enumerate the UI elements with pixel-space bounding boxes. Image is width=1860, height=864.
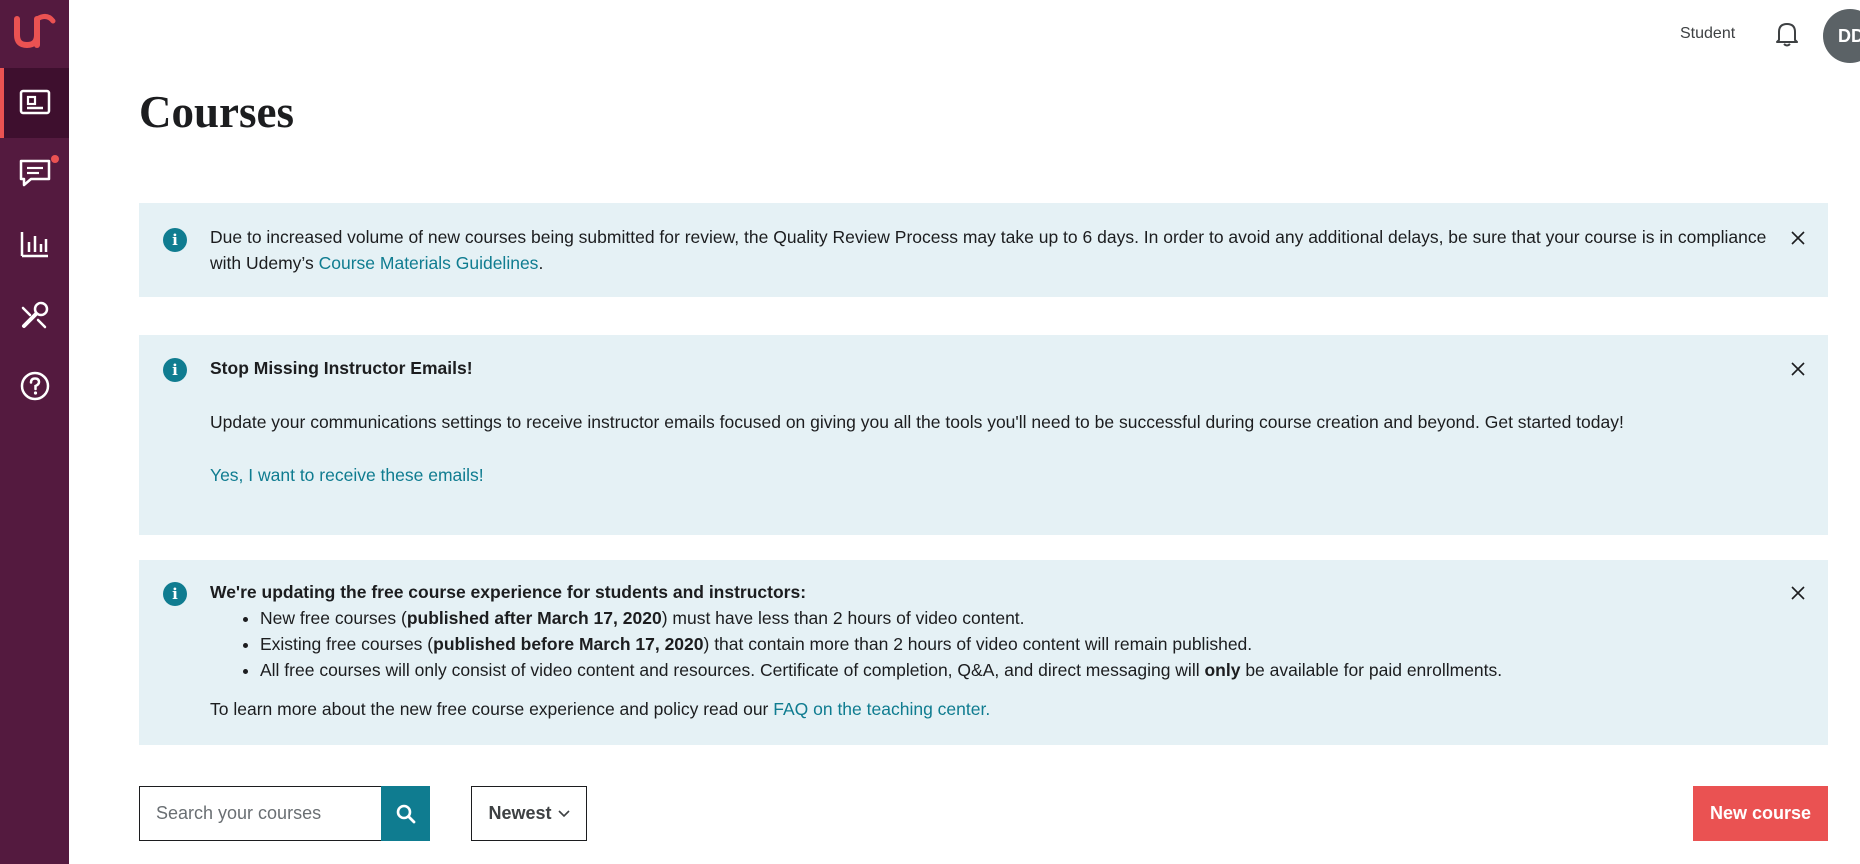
faq-teaching-center-link[interactable]: FAQ on the teaching center. — [773, 699, 990, 719]
receive-emails-link[interactable]: Yes, I want to receive these emails! — [210, 465, 484, 485]
sidebar — [0, 0, 69, 864]
close-icon[interactable] — [1788, 583, 1808, 603]
chevron-down-icon — [557, 809, 570, 817]
sort-dropdown[interactable]: Newest — [471, 786, 587, 841]
page-title: Courses — [139, 87, 294, 137]
free-course-footer: To learn more about the new free course … — [210, 699, 991, 719]
video-course-icon — [19, 89, 50, 115]
free-course-alert-title: We're updating the free course experienc… — [210, 582, 807, 602]
info-icon: i — [163, 582, 187, 606]
free-course-alert: i We're updating the free course experie… — [139, 560, 1828, 745]
sidebar-item-resources[interactable] — [0, 351, 69, 421]
sidebar-item-communication[interactable] — [0, 138, 69, 208]
emails-alert: i Stop Missing Instructor Emails! Update… — [139, 335, 1828, 535]
course-materials-guidelines-link[interactable]: Course Materials Guidelines — [319, 253, 539, 273]
close-icon[interactable] — [1788, 359, 1808, 379]
search-input[interactable] — [139, 786, 381, 841]
sort-label: Newest — [488, 803, 552, 823]
help-icon — [20, 371, 49, 401]
review-alert-text: Due to increased volume of new courses b… — [210, 227, 1767, 273]
sidebar-item-courses[interactable] — [0, 68, 69, 138]
tools-icon — [21, 301, 48, 329]
course-search — [139, 786, 430, 841]
notification-dot — [51, 155, 59, 163]
list-item: All free courses will only consist of vi… — [260, 657, 1768, 683]
info-icon: i — [163, 358, 187, 382]
bell-icon — [1776, 23, 1798, 47]
student-link[interactable]: Student — [1680, 25, 1735, 43]
search-icon — [396, 804, 415, 823]
search-button[interactable] — [381, 786, 430, 841]
avatar[interactable]: DD — [1823, 9, 1860, 63]
info-icon: i — [163, 228, 187, 252]
emails-alert-title: Stop Missing Instructor Emails! — [210, 358, 473, 378]
sidebar-item-tools[interactable] — [0, 280, 69, 350]
udemy-logo[interactable] — [0, 0, 69, 62]
review-alert: i Due to increased volume of new courses… — [139, 203, 1828, 297]
free-course-rules: New free courses (published after March … — [210, 605, 1768, 683]
notifications-button[interactable] — [1774, 20, 1800, 52]
new-course-button[interactable]: New course — [1693, 786, 1828, 841]
list-item: Existing free courses (published before … — [260, 631, 1768, 657]
sidebar-item-performance[interactable] — [0, 209, 69, 279]
message-icon — [19, 159, 50, 187]
emails-alert-text: Update your communications settings to r… — [210, 412, 1624, 432]
list-item: New free courses (published after March … — [260, 605, 1768, 631]
bar-chart-icon — [20, 232, 48, 258]
udemy-logo-icon — [13, 13, 55, 49]
close-icon[interactable] — [1788, 228, 1808, 248]
